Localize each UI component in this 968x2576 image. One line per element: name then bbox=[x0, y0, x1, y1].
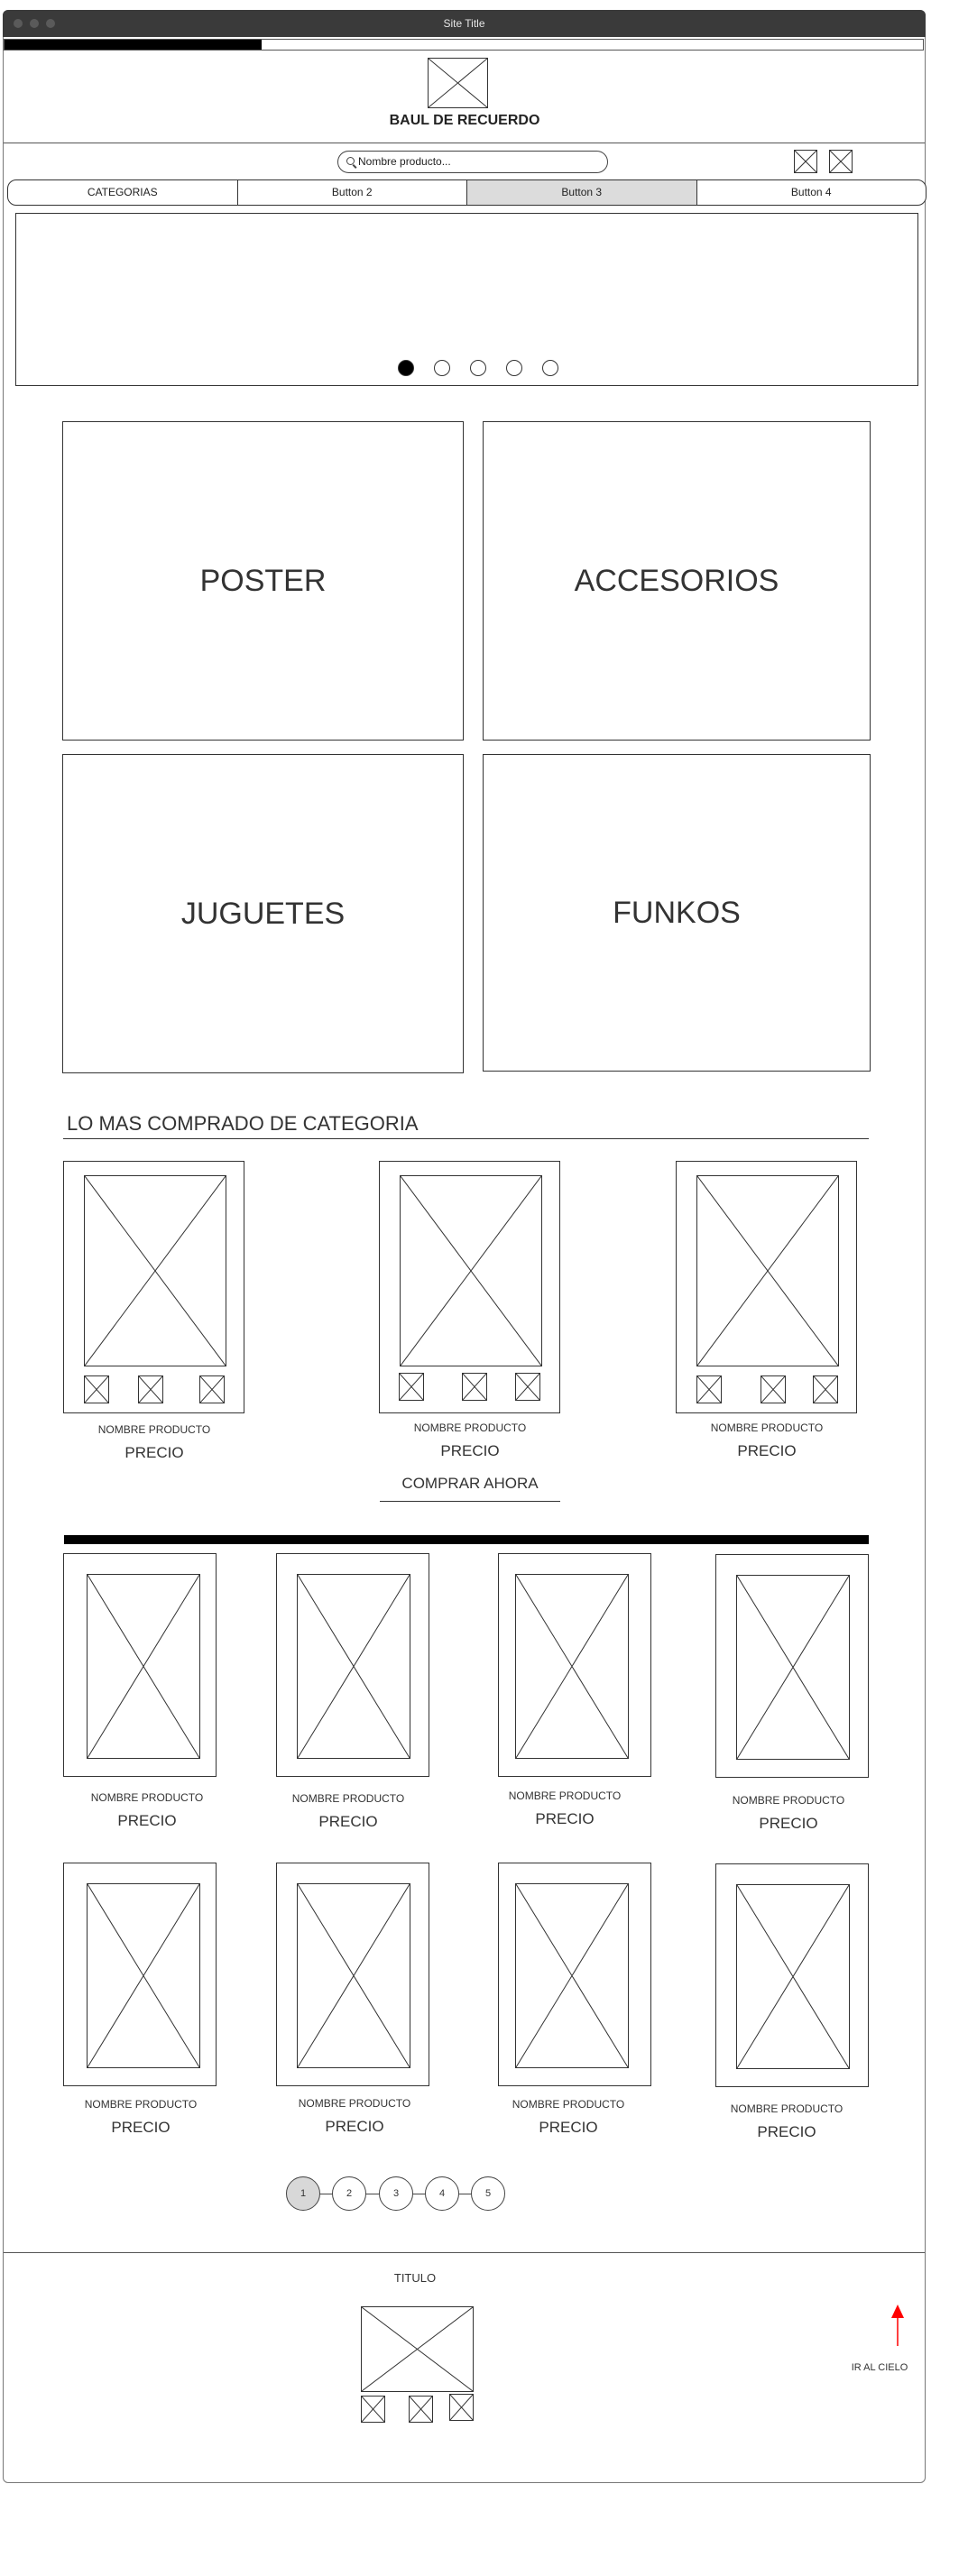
product-price: PRECIO bbox=[535, 1810, 595, 1827]
back-to-top-link[interactable]: IR AL CIELO bbox=[839, 2362, 920, 2373]
thumbnail-placeholder-icon[interactable] bbox=[515, 1373, 540, 1401]
category-tile-funkos[interactable]: FUNKOS bbox=[483, 754, 871, 1072]
search-icon bbox=[346, 157, 355, 165]
product-image-placeholder-icon bbox=[87, 1883, 200, 2068]
category-tile-accesorios[interactable]: ACCESORIOS bbox=[483, 421, 871, 741]
thumbnail-placeholder-icon[interactable] bbox=[84, 1375, 109, 1403]
carousel-dot-5[interactable] bbox=[542, 360, 558, 376]
progress-bar-fill bbox=[5, 40, 263, 50]
product-name: NOMBRE PRODUCTO bbox=[730, 2102, 844, 2115]
buy-now-link[interactable]: COMPRAR AHORA bbox=[380, 1475, 560, 1493]
brand-name: BAUL DE RECUERDO bbox=[389, 113, 540, 128]
product-name: NOMBRE PRODUCTO bbox=[512, 2098, 625, 2111]
thumbnail-placeholder-icon[interactable] bbox=[813, 1375, 838, 1403]
nav-button-categorias[interactable]: CATEGORIAS bbox=[8, 180, 238, 205]
product-price: PRECIO bbox=[117, 1812, 177, 1829]
nav-button-2[interactable]: Button 2 bbox=[238, 180, 467, 205]
product-image-placeholder-icon bbox=[736, 1575, 850, 1760]
page-button-2[interactable]: 2 bbox=[332, 2176, 366, 2211]
social-placeholder-icon[interactable] bbox=[409, 2396, 433, 2423]
carousel-dot-4[interactable] bbox=[506, 360, 522, 376]
logo-image-placeholder-icon[interactable] bbox=[428, 58, 488, 108]
thumbnail-placeholder-icon[interactable] bbox=[138, 1375, 163, 1403]
carousel-dot-1[interactable] bbox=[398, 360, 414, 376]
category-tile-poster[interactable]: POSTER bbox=[62, 421, 464, 741]
main-nav: CATEGORIAS Button 2 Button 3 Button 4 bbox=[7, 179, 927, 206]
product-image-placeholder-icon bbox=[736, 1884, 850, 2069]
product-image-placeholder-icon bbox=[515, 1574, 629, 1759]
product-image-placeholder-icon bbox=[515, 1883, 629, 2068]
carousel-dot-3[interactable] bbox=[470, 360, 486, 376]
user-image-placeholder-icon[interactable] bbox=[829, 150, 853, 173]
hero-carousel[interactable] bbox=[15, 213, 918, 386]
product-price: PRECIO bbox=[318, 1813, 378, 1830]
thumbnail-placeholder-icon[interactable] bbox=[761, 1375, 786, 1403]
product-name: NOMBRE PRODUCTO bbox=[413, 1421, 527, 1434]
product-image-placeholder-icon bbox=[84, 1175, 226, 1366]
product-name: NOMBRE PRODUCTO bbox=[298, 2097, 411, 2110]
product-image-placeholder-icon bbox=[696, 1175, 839, 1366]
category-tile-juguetes[interactable]: JUGUETES bbox=[62, 754, 464, 1073]
product-price: PRECIO bbox=[124, 1444, 184, 1461]
window-title: Site Title bbox=[443, 17, 485, 30]
product-price: PRECIO bbox=[440, 1442, 500, 1459]
thumbnail-placeholder-icon[interactable] bbox=[462, 1373, 487, 1401]
footer-divider bbox=[4, 2252, 925, 2253]
thumbnail-placeholder-icon[interactable] bbox=[199, 1375, 225, 1403]
product-name: NOMBRE PRODUCTO bbox=[508, 1789, 622, 1802]
product-image-placeholder-icon bbox=[87, 1574, 200, 1759]
product-name: NOMBRE PRODUCTO bbox=[291, 1792, 405, 1805]
footer-image-placeholder-icon bbox=[361, 2306, 474, 2392]
thumbnail-placeholder-icon[interactable] bbox=[399, 1373, 424, 1401]
product-price: PRECIO bbox=[737, 1442, 797, 1459]
product-name: NOMBRE PRODUCTO bbox=[710, 1421, 824, 1434]
social-placeholder-icon[interactable] bbox=[449, 2394, 474, 2421]
product-name: NOMBRE PRODUCTO bbox=[84, 2098, 198, 2111]
product-name: NOMBRE PRODUCTO bbox=[97, 1423, 211, 1436]
product-price: PRECIO bbox=[759, 1815, 818, 1832]
footer-title: TITULO bbox=[393, 2271, 437, 2285]
search-placeholder: Nombre producto... bbox=[358, 155, 451, 168]
product-image-placeholder-icon bbox=[297, 1574, 410, 1759]
product-image-placeholder-icon bbox=[297, 1883, 410, 2068]
carousel-dot-2[interactable] bbox=[434, 360, 450, 376]
page-button-4[interactable]: 4 bbox=[425, 2176, 459, 2211]
best-sellers-divider bbox=[63, 1138, 869, 1139]
section-divider bbox=[64, 1535, 869, 1544]
buy-now-underline bbox=[380, 1501, 560, 1502]
progress-bar bbox=[4, 39, 924, 51]
nav-button-3[interactable]: Button 3 bbox=[467, 180, 697, 205]
page-button-3[interactable]: 3 bbox=[379, 2176, 413, 2211]
best-sellers-title: LO MAS COMPRADO DE CATEGORIA bbox=[67, 1112, 419, 1135]
search-input[interactable]: Nombre producto... bbox=[337, 151, 608, 173]
thumbnail-placeholder-icon[interactable] bbox=[696, 1375, 722, 1403]
product-price: PRECIO bbox=[325, 2118, 384, 2135]
product-price: PRECIO bbox=[757, 2123, 816, 2140]
product-image-placeholder-icon bbox=[400, 1175, 542, 1366]
arrow-up-icon[interactable] bbox=[889, 2303, 907, 2348]
product-price: PRECIO bbox=[111, 2119, 171, 2136]
nav-button-4[interactable]: Button 4 bbox=[697, 180, 927, 205]
page-button-1[interactable]: 1 bbox=[286, 2176, 320, 2211]
product-price: PRECIO bbox=[539, 2119, 598, 2136]
product-name: NOMBRE PRODUCTO bbox=[90, 1791, 204, 1804]
page-button-5[interactable]: 5 bbox=[471, 2176, 505, 2211]
product-name: NOMBRE PRODUCTO bbox=[732, 1794, 845, 1807]
cart-image-placeholder-icon[interactable] bbox=[794, 150, 817, 173]
social-placeholder-icon[interactable] bbox=[361, 2396, 385, 2423]
